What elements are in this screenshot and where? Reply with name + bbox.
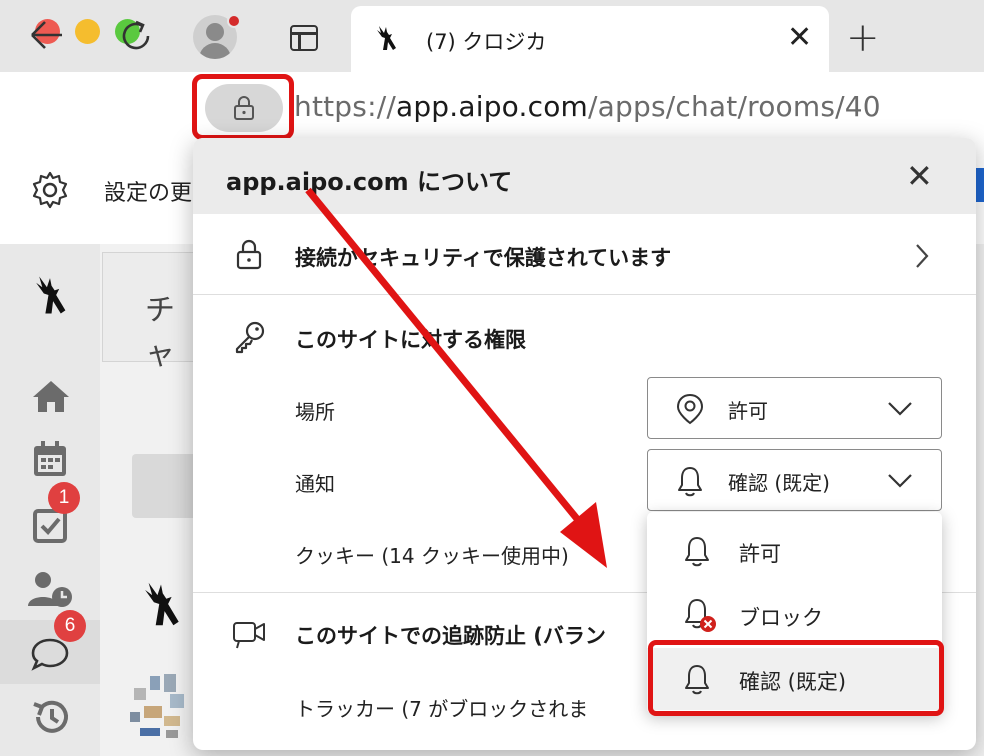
menu-item-block-label: ブロック bbox=[739, 606, 823, 630]
reload-icon[interactable] bbox=[118, 18, 154, 54]
new-tab-button[interactable]: + bbox=[846, 16, 880, 60]
tracking-prevention-heading: このサイトでの追跡防止 (バラン bbox=[295, 624, 606, 648]
notifications-label: 通知 bbox=[295, 472, 335, 496]
url-domain: app.aipo.com bbox=[395, 90, 589, 123]
location-permission-dropdown[interactable]: 許可 bbox=[647, 377, 942, 439]
home-icon[interactable] bbox=[30, 378, 72, 414]
annotation-highlight-box bbox=[192, 74, 294, 140]
chevron-right-icon bbox=[916, 244, 929, 268]
kurojika-deer-icon bbox=[377, 26, 396, 50]
chevron-down-icon bbox=[888, 402, 912, 416]
bell-blocked-icon bbox=[685, 599, 716, 632]
settings-label[interactable]: 設定の更 bbox=[104, 175, 192, 207]
popup-close-icon[interactable]: ✕ bbox=[906, 158, 933, 194]
isometric-illustration bbox=[130, 674, 184, 738]
chat-badge: 6 bbox=[54, 610, 86, 642]
menu-item-block[interactable]: ブロック bbox=[647, 584, 942, 646]
kurojika-deer-logo bbox=[145, 582, 179, 626]
kurojika-logo-icon[interactable] bbox=[30, 272, 70, 318]
user-schedule-icon[interactable] bbox=[26, 570, 74, 608]
url-scheme: https:// bbox=[294, 90, 396, 123]
active-tab[interactable]: (7) クロジカ ✕ bbox=[351, 6, 829, 72]
lock-icon bbox=[236, 239, 262, 270]
tab-close-icon[interactable]: ✕ bbox=[787, 20, 812, 56]
calendar-icon[interactable] bbox=[32, 440, 68, 478]
tab-actions-icon[interactable] bbox=[290, 25, 318, 51]
divider bbox=[193, 294, 976, 295]
history-icon[interactable] bbox=[30, 698, 70, 736]
permissions-heading: このサイトに対する権限 bbox=[295, 328, 526, 352]
url-field[interactable]: https://app.aipo.com/apps/chat/rooms/40 bbox=[294, 90, 881, 123]
menu-item-allow[interactable]: 許可 bbox=[647, 520, 942, 582]
trackers-label[interactable]: トラッカー (7 がブロックされま bbox=[295, 693, 588, 722]
chat-header-panel: チャ bbox=[102, 252, 202, 372]
connection-secure-label: 接続がセキュリティで保護されています bbox=[295, 246, 672, 270]
video-camera-icon bbox=[233, 622, 265, 649]
location-permission-value: 許可 bbox=[728, 399, 768, 423]
popup-title: app.aipo.com について bbox=[226, 168, 513, 196]
location-pin-icon bbox=[676, 393, 704, 425]
back-arrow-icon[interactable] bbox=[28, 18, 64, 52]
url-path: /apps/chat/rooms/40 bbox=[588, 90, 881, 123]
gear-icon[interactable] bbox=[30, 170, 70, 210]
profile-notification-dot bbox=[227, 14, 241, 28]
app-gray-button[interactable] bbox=[132, 454, 202, 518]
annotation-highlight-box bbox=[648, 640, 944, 716]
menu-item-allow-label: 許可 bbox=[739, 542, 781, 566]
bell-icon bbox=[685, 537, 709, 567]
notifications-permission-dropdown[interactable]: 確認 (既定) bbox=[647, 449, 942, 511]
cookies-label[interactable]: クッキー (14 クッキー使用中) bbox=[295, 540, 569, 569]
key-icon bbox=[235, 321, 265, 354]
minimize-window-button[interactable] bbox=[75, 19, 100, 44]
tasks-badge: 1 bbox=[48, 482, 80, 514]
location-label: 場所 bbox=[295, 400, 335, 424]
bell-icon bbox=[678, 467, 702, 497]
tab-title: (7) クロジカ bbox=[426, 30, 547, 54]
chat-bubble-icon[interactable] bbox=[30, 636, 70, 672]
notifications-permission-value: 確認 (既定) bbox=[728, 471, 830, 495]
chevron-down-icon bbox=[888, 474, 912, 488]
